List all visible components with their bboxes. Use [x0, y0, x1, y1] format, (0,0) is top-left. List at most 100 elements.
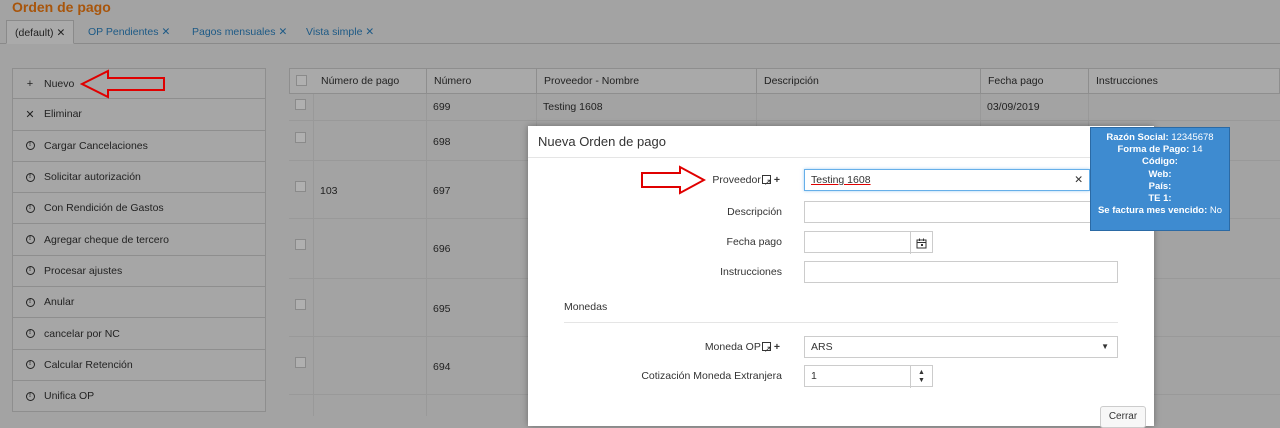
instrucciones-input[interactable]	[804, 261, 1118, 283]
descripcion-label: Descripción	[727, 206, 782, 218]
sidebar-item-anular[interactable]: ! Anular	[12, 287, 266, 319]
page-title: Orden de pago	[12, 0, 111, 15]
action-sidebar: + Nuevo ✕ Eliminar ! Cargar Cancelacione…	[12, 68, 266, 413]
fecha-pago-input[interactable]	[804, 231, 933, 254]
column-header-proveedor[interactable]: Proveedor - Nombre	[537, 69, 757, 93]
info-circle-icon: !	[25, 329, 35, 339]
page: Orden de pago (default) ✕ OP Pendientes ✕ …	[0, 0, 1280, 428]
info-circle-icon: !	[25, 266, 35, 276]
tooltip-line: Se factura mes vencido: No	[1091, 205, 1229, 217]
cell-numero: 694	[433, 361, 451, 373]
column-header-numero-pago[interactable]: Número de pago	[314, 69, 427, 93]
tooltip-line: País:	[1091, 181, 1229, 193]
clear-icon[interactable]: ✕	[1074, 170, 1083, 190]
monedas-section-title: Monedas	[564, 301, 608, 313]
close-icon[interactable]: ✕	[365, 26, 374, 38]
tab-label: Vista simple	[306, 26, 363, 38]
calendar-icon[interactable]	[910, 232, 932, 254]
sidebar-item-eliminar[interactable]: ✕ Eliminar	[12, 99, 266, 131]
moneda-value: ARS	[811, 341, 833, 353]
info-circle-icon: !	[25, 141, 35, 151]
sidebar-item-label: cancelar por NC	[44, 327, 120, 340]
plus-icon[interactable]: +	[774, 341, 780, 353]
tooltip-line: Forma de Pago: 14	[1091, 144, 1229, 156]
sidebar-item-label: Solicitar autorización	[44, 171, 141, 184]
row-checkbox[interactable]	[295, 181, 306, 192]
sidebar-item-label: Anular	[44, 296, 75, 309]
tab-label: Pagos mensuales	[192, 26, 276, 38]
sidebar-item-calcular-retencion[interactable]: ! Calcular Retención	[12, 349, 266, 381]
plus-icon[interactable]: +	[774, 174, 780, 186]
caret-down-icon: ▼	[1101, 342, 1109, 351]
cell-numero-pago: 103	[320, 185, 338, 197]
select-all-checkbox[interactable]	[296, 75, 307, 86]
close-button[interactable]: Cerrar	[1100, 406, 1146, 428]
cotizacion-stepper[interactable]: 1 ▲ ▼	[804, 365, 933, 388]
column-header-numero[interactable]: Número	[427, 69, 537, 93]
descripcion-input[interactable]	[804, 201, 1118, 223]
sidebar-item-agregar-cheque[interactable]: ! Agregar cheque de tercero	[12, 224, 266, 256]
info-circle-icon: !	[25, 391, 35, 401]
sidebar-item-cargar-cancelaciones[interactable]: ! Cargar Cancelaciones	[12, 130, 266, 162]
close-icon[interactable]: ✕	[57, 27, 66, 39]
tooltip-line: Código:	[1091, 156, 1229, 168]
cell-numero: 699	[433, 101, 451, 113]
fecha-pago-row: Fecha pago	[528, 231, 1154, 254]
descripcion-row: Descripción	[528, 201, 1154, 223]
sidebar-item-cancelar-nc[interactable]: ! cancelar por NC	[12, 318, 266, 350]
sidebar-item-solicitar-autorizacion[interactable]: ! Solicitar autorización	[12, 161, 266, 194]
column-header-descripcion[interactable]: Descripción	[757, 69, 981, 93]
external-link-icon[interactable]	[761, 171, 771, 193]
section-divider	[564, 322, 1118, 323]
tooltip-value: No	[1209, 205, 1223, 217]
tooltip-key: TE 1:	[1148, 193, 1172, 205]
tab-bar: (default) ✕ OP Pendientes ✕ Pagos mensuale…	[0, 20, 1280, 44]
column-header-fecha-pago[interactable]: Fecha pago	[981, 69, 1089, 93]
table-row[interactable]: 699 Testing 1608 03/09/2019	[289, 94, 1280, 121]
cell-numero: 698	[433, 136, 451, 148]
fecha-pago-label: Fecha pago	[726, 236, 782, 248]
sidebar-item-rendicion-gastos[interactable]: ! Con Rendición de Gastos	[12, 193, 266, 225]
sidebar-item-label: Cargar Cancelaciones	[44, 139, 148, 152]
tooltip-key: Razón Social:	[1106, 132, 1169, 143]
sidebar-item-unifica-op[interactable]: ! Unifica OP	[12, 380, 266, 413]
close-icon[interactable]: ✕	[161, 26, 170, 38]
stepper-arrows-icon[interactable]: ▲ ▼	[910, 366, 932, 388]
external-link-icon[interactable]	[761, 338, 771, 360]
tooltip-key: País:	[1148, 180, 1172, 192]
sidebar-item-procesar-ajustes[interactable]: ! Procesar ajustes	[12, 255, 266, 288]
tooltip-line: TE 1:	[1091, 193, 1229, 205]
tab-op-pendientes[interactable]: OP Pendientes ✕	[80, 20, 178, 44]
row-checkbox[interactable]	[295, 299, 306, 310]
row-checkbox[interactable]	[295, 239, 306, 250]
proveedor-input[interactable]: Testing 1608 ✕	[804, 169, 1090, 191]
info-circle-icon: !	[25, 360, 35, 370]
proveedor-label: Proveedor +	[712, 169, 780, 193]
row-checkbox[interactable]	[295, 99, 306, 110]
tooltip-key: Se factura mes vencido:	[1097, 205, 1208, 217]
info-circle-icon: !	[25, 203, 35, 213]
tab-pagos-mensuales[interactable]: Pagos mensuales ✕	[184, 20, 295, 44]
tab-default[interactable]: (default) ✕	[6, 20, 75, 44]
cell-numero: 697	[433, 185, 451, 197]
tooltip-line: Web:	[1091, 169, 1229, 181]
dialog-title: Nueva Orden de pago	[528, 126, 1154, 158]
column-header-instrucciones[interactable]: Instrucciones	[1089, 69, 1279, 93]
row-checkbox[interactable]	[295, 357, 306, 368]
tooltip-line: Razón Social: 12345678	[1091, 132, 1229, 144]
cell-numero: 696	[433, 243, 451, 255]
tooltip-value: 14	[1191, 144, 1203, 156]
cell-proveedor: Testing 1608	[543, 101, 603, 113]
tab-label: (default)	[15, 27, 54, 39]
tooltip-key: Forma de Pago:	[1117, 144, 1190, 156]
close-icon[interactable]: ✕	[278, 26, 287, 38]
row-checkbox[interactable]	[295, 132, 306, 143]
moneda-row: Moneda OP + ARS ▼	[528, 336, 1154, 360]
info-circle-icon: !	[25, 172, 35, 182]
sidebar-item-label: Nuevo	[44, 77, 75, 90]
annotation-arrow-left	[80, 69, 165, 99]
info-circle-icon: !	[25, 297, 35, 307]
tab-vista-simple[interactable]: Vista simple ✕	[298, 20, 382, 44]
sidebar-item-label: Procesar ajustes	[44, 264, 123, 277]
moneda-select[interactable]: ARS ▼	[804, 336, 1118, 358]
